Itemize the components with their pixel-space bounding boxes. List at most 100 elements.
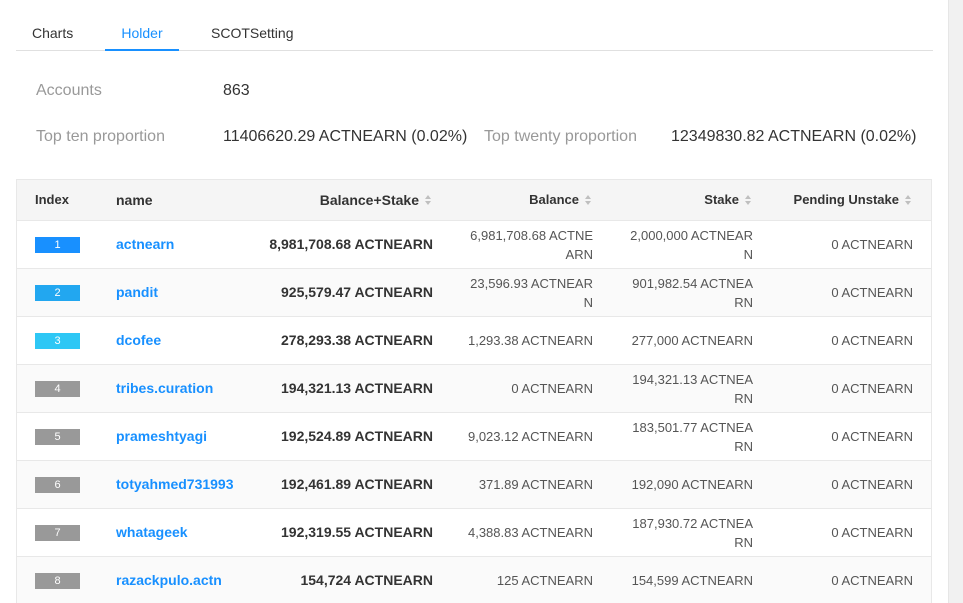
balance-stake-value: 278,293.38 ACTNEARN — [281, 332, 433, 348]
balance-value: 4,388.83 ACTNEARN — [467, 525, 593, 540]
stake-cell: 2,000,000 ACTNEAR N — [613, 221, 753, 268]
balance-stake-value: 192,524.89 ACTNEARN — [281, 428, 433, 444]
holder-name-link[interactable]: dcofee — [116, 317, 161, 364]
stake-value: 2,000,000 ACTNEAR — [630, 227, 753, 243]
balance-value: 0 ACTNEARN — [511, 381, 593, 396]
tab-scotsetting[interactable]: SCOTSetting — [211, 18, 293, 51]
holder-name-link[interactable]: actnearn — [116, 221, 174, 268]
pending-unstake-value: 0 ACTNEARN — [831, 285, 913, 300]
balance-cell: 23,596.93 ACTNEAR N — [453, 269, 593, 316]
stake-value-cont: RN — [734, 438, 753, 454]
table-body: 1 actnearn 8,981,708.68 ACTNEARN 6,981,708.… — [17, 221, 931, 603]
balance-stake-value: 925,579.47 ACTNEARN — [281, 284, 433, 300]
stake-cell: 901,982.54 ACTNEA RN — [613, 269, 753, 316]
pending-unstake-value: 0 ACTNEARN — [831, 525, 913, 540]
stake-cell: 192,090 ACTNEARN — [613, 461, 753, 508]
pending-unstake-value: 0 ACTNEARN — [831, 237, 913, 252]
balance-value: 125 ACTNEARN — [496, 573, 593, 588]
scrollbar[interactable] — [948, 0, 963, 603]
top-ten-label: Top ten proportion — [36, 128, 165, 145]
table-row: 6 totyahmed731993 192,461.89 ACTNEARN 371.8… — [17, 461, 931, 509]
sort-icon[interactable] — [905, 194, 913, 205]
rank-badge: 7 — [35, 525, 80, 541]
balance-value: 6,981,708.68 ACTNE — [470, 227, 593, 243]
sort-icon[interactable] — [745, 194, 753, 205]
balance-value-cont: N — [583, 294, 593, 310]
top-ten-value: 11406620.29 ACTNEARN (0.02%) — [223, 128, 468, 145]
header-pending-label: Pending Unstake — [793, 192, 899, 207]
balance-value: 371.89 ACTNEARN — [478, 477, 593, 492]
pending-unstake-value: 0 ACTNEARN — [831, 573, 913, 588]
rank-badge: 8 — [35, 573, 80, 589]
stake-cell: 183,501.77 ACTNEA RN — [613, 413, 753, 460]
table-header: Index name Balance+Stake Balance Stake P… — [17, 180, 931, 221]
holder-name-link[interactable]: pandit — [116, 269, 158, 316]
stake-value: 183,501.77 ACTNEA — [632, 419, 753, 435]
header-stake[interactable]: Stake — [704, 180, 753, 220]
balance-cell: 9,023.12 ACTNEARN — [453, 413, 593, 460]
stake-value-cont: N — [743, 246, 753, 262]
holder-panel: Charts Holder SCOTSetting Accounts 863 T… — [0, 0, 948, 603]
holder-name-link[interactable]: whatageek — [116, 509, 188, 556]
header-balance-label: Balance — [529, 192, 579, 207]
header-balance-stake[interactable]: Balance+Stake — [320, 180, 433, 220]
stake-value-cont: RN — [734, 294, 753, 310]
table-row: 5 prameshtyagi 192,524.89 ACTNEARN 9,023.12… — [17, 413, 931, 461]
balance-cell: 6,981,708.68 ACTNE ARN — [453, 221, 593, 268]
top-twenty-label: Top twenty proportion — [484, 128, 637, 145]
balance-stake-value: 194,321.13 ACTNEARN — [281, 380, 433, 396]
stake-value: 194,321.13 ACTNEA — [632, 371, 753, 387]
table-row: 8 razackpulo.actn 154,724 ACTNEARN 125 ACTN… — [17, 557, 931, 603]
pending-unstake-value: 0 ACTNEARN — [831, 333, 913, 348]
table-row: 1 actnearn 8,981,708.68 ACTNEARN 6,981,708.… — [17, 221, 931, 269]
balance-value: 1,293.38 ACTNEARN — [467, 333, 593, 348]
tab-charts[interactable]: Charts — [32, 18, 73, 51]
holder-name-link[interactable]: tribes.curation — [116, 365, 213, 412]
stake-cell: 187,930.72 ACTNEA RN — [613, 509, 753, 556]
pending-unstake-value: 0 ACTNEARN — [831, 381, 913, 396]
rank-badge: 6 — [35, 477, 80, 493]
balance-cell: 371.89 ACTNEARN — [453, 461, 593, 508]
stake-value: 277,000 ACTNEARN — [631, 333, 753, 348]
rank-badge: 3 — [35, 333, 80, 349]
accounts-value: 863 — [223, 82, 250, 99]
header-balance-stake-label: Balance+Stake — [319, 192, 419, 208]
stake-value: 187,930.72 ACTNEA — [632, 515, 753, 531]
tab-bar: Charts Holder SCOTSetting — [16, 18, 933, 51]
stake-value: 901,982.54 ACTNEA — [632, 275, 753, 291]
rank-badge: 1 — [35, 237, 80, 253]
accounts-label: Accounts — [36, 82, 102, 99]
holders-table: Index name Balance+Stake Balance Stake P… — [16, 179, 932, 603]
sort-icon[interactable] — [425, 195, 433, 206]
balance-cell: 1,293.38 ACTNEARN — [453, 317, 593, 364]
rank-badge: 5 — [35, 429, 80, 445]
holder-name-link[interactable]: prameshtyagi — [116, 413, 207, 460]
balance-cell: 125 ACTNEARN — [453, 557, 593, 603]
tab-holder[interactable]: Holder — [105, 18, 179, 51]
balance-stake-value: 8,981,708.68 ACTNEARN — [269, 236, 433, 252]
pending-unstake-value: 0 ACTNEARN — [831, 429, 913, 444]
pending-unstake-value: 0 ACTNEARN — [831, 477, 913, 492]
stake-value-cont: RN — [734, 534, 753, 550]
holder-name-link[interactable]: razackpulo.actn — [116, 557, 222, 603]
header-stake-label: Stake — [704, 192, 739, 207]
balance-value-cont: ARN — [565, 246, 593, 262]
balance-stake-value: 192,319.55 ACTNEARN — [281, 524, 433, 540]
stake-cell: 154,599 ACTNEARN — [613, 557, 753, 603]
balance-value: 9,023.12 ACTNEARN — [467, 429, 593, 444]
balance-stake-value: 154,724 ACTNEARN — [300, 572, 433, 588]
stake-value-cont: RN — [734, 390, 753, 406]
header-index: Index — [35, 192, 69, 207]
header-name: name — [116, 192, 153, 208]
sort-icon[interactable] — [585, 194, 593, 205]
balance-cell: 0 ACTNEARN — [453, 365, 593, 412]
table-row: 2 pandit 925,579.47 ACTNEARN 23,596.93 ACTN… — [17, 269, 931, 317]
table-row: 7 whatageek 192,319.55 ACTNEARN 4,388.83 AC… — [17, 509, 931, 557]
balance-value: 23,596.93 ACTNEAR — [470, 275, 593, 291]
table-row: 3 dcofee 278,293.38 ACTNEARN 1,293.38 ACTNE… — [17, 317, 931, 365]
balance-stake-value: 192,461.89 ACTNEARN — [281, 476, 433, 492]
header-pending-unstake[interactable]: Pending Unstake — [794, 180, 913, 220]
holder-name-link[interactable]: totyahmed731993 — [116, 461, 234, 508]
header-balance[interactable]: Balance — [529, 180, 593, 220]
balance-cell: 4,388.83 ACTNEARN — [453, 509, 593, 556]
